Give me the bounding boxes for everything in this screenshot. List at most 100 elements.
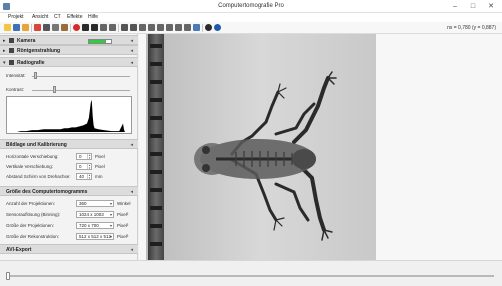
help-icon[interactable]	[205, 24, 212, 31]
collapse-arrow-icon[interactable]: ▾	[3, 60, 6, 66]
section-label: Kamera	[17, 38, 36, 44]
rotate-icon[interactable]	[109, 24, 116, 31]
contrast-label: Kontrast:	[6, 87, 25, 92]
pin-icon[interactable]: ◂	[130, 38, 133, 44]
menu-ct[interactable]: CT	[54, 14, 61, 20]
menu-projekt[interactable]: Projekt	[8, 14, 24, 20]
filter-icon[interactable]	[166, 24, 173, 31]
unit-label: Pixel	[95, 164, 105, 169]
pin-icon[interactable]: ◂	[130, 189, 133, 195]
intensity-slider-track[interactable]	[32, 76, 130, 77]
section-label: AVI-Export	[6, 247, 32, 253]
grid-icon[interactable]	[100, 24, 107, 31]
horizontal-shift-input[interactable]: 0 ▴ ▾	[76, 153, 92, 160]
contrast-slider-thumb[interactable]	[52, 86, 56, 93]
chevron-down-icon: ▾	[109, 212, 112, 217]
toolbar-separator	[31, 24, 32, 32]
record-icon[interactable]	[73, 24, 80, 31]
projections-count-label: Anzahl der Projektionen:	[6, 201, 56, 206]
zoom-fit-icon[interactable]	[130, 24, 137, 31]
unit-label: Pixel²	[117, 212, 129, 217]
volume-icon[interactable]	[157, 24, 164, 31]
export-icon[interactable]	[61, 24, 68, 31]
save-icon[interactable]	[13, 24, 20, 31]
spin-buttons-icon[interactable]: ▴ ▾	[87, 154, 91, 159]
camera-status-bar	[88, 39, 106, 44]
menu-hilfe[interactable]: Hilfe	[88, 14, 98, 20]
menu-ansicht[interactable]: Ansicht	[32, 14, 48, 20]
radiography-section-icon	[9, 60, 14, 65]
play-icon[interactable]	[82, 24, 89, 31]
title-bar: Computertomografie Pro – □ ✕	[0, 0, 502, 13]
reconstruction-size-select[interactable]: 512 x 512 x 512 ▾	[76, 233, 114, 240]
section-label: Bildlage und Kalibrierung	[6, 142, 67, 148]
unit-label: Pixel³	[117, 234, 129, 239]
contrast-slider-track[interactable]	[32, 90, 130, 91]
stack-icon[interactable]	[184, 24, 191, 31]
frame-icon[interactable]	[148, 24, 155, 31]
section-radiografie[interactable]: ▾ Radiografie ◂	[0, 57, 138, 67]
unit-label: Pixel²	[117, 223, 129, 228]
section-kamera[interactable]: ▸ Kamera ◂	[0, 35, 138, 45]
spin-buttons-icon[interactable]: ▴ ▾	[87, 174, 91, 179]
coordinate-readout: nx = 0,780 (y = 0,887)	[447, 25, 496, 31]
camera-icon[interactable]	[34, 24, 41, 31]
image-icon[interactable]	[43, 24, 50, 31]
expand-arrow-icon[interactable]: ▸	[3, 38, 6, 44]
chevron-down-icon: ▾	[109, 201, 112, 206]
axis-distance-label: Abstand Schirm von Drehachse:	[6, 174, 71, 179]
frog-radiograph-icon	[146, 34, 376, 266]
sensor-resolution-select[interactable]: 1024 x 1003 ▾	[76, 211, 114, 218]
expand-arrow-icon[interactable]: ▸	[3, 48, 6, 54]
spin-buttons-icon[interactable]: ▴ ▾	[87, 164, 91, 169]
open-folder-icon[interactable]	[22, 24, 29, 31]
section-roentgenstrahlung[interactable]: ▸ Röntgenstrahlung ◂	[0, 45, 138, 55]
chevron-down-icon: ▾	[109, 223, 112, 228]
measure-icon[interactable]	[139, 24, 146, 31]
reconstruction-size-label: Größe der Rekonstruktion:	[6, 234, 60, 239]
histogram-display	[6, 96, 132, 134]
vertical-shift-input[interactable]: 0 ▴ ▾	[76, 163, 92, 170]
sensor-resolution-label: Sensorauflösung (Binning):	[6, 212, 61, 217]
toolbar: nx = 0,780 (y = 0,887)	[0, 22, 502, 34]
menu-bar: Projekt Ansicht CT Effekte Hilfe	[0, 13, 502, 22]
section-avi-export[interactable]: AVI-Export ◂	[0, 244, 138, 254]
unit-label: Winkel	[117, 201, 131, 206]
close-button[interactable]: ✕	[484, 2, 498, 11]
pin-icon[interactable]: ◂	[130, 247, 133, 253]
intensity-slider-thumb[interactable]	[33, 72, 37, 79]
copy-icon[interactable]	[52, 24, 59, 31]
xray-section-icon	[9, 48, 14, 53]
horizontal-shift-label: Horizontale Verschiebung:	[6, 154, 59, 159]
minimize-button[interactable]: –	[448, 2, 462, 11]
about-icon[interactable]	[214, 24, 221, 31]
projection-size-label: Größe der Projektionen:	[6, 223, 55, 228]
projections-count-select[interactable]: 360 ▾	[76, 200, 114, 207]
new-project-icon[interactable]	[4, 24, 11, 31]
pin-icon[interactable]: ◂	[130, 142, 133, 148]
toolbar-separator	[202, 24, 203, 32]
section-bildlage[interactable]: Bildlage und Kalibrierung ◂	[0, 139, 138, 149]
timeline-bar	[0, 260, 502, 286]
sidebar-panel: ▸ Kamera ◂ ▸ Röntgenstrahlung ◂ ▾ Radiog…	[0, 34, 138, 260]
projection-size-select[interactable]: 720 x 700 ▾	[76, 222, 114, 229]
timeline-slider-track[interactable]	[8, 275, 494, 277]
section-label: Röntgenstrahlung	[17, 48, 61, 54]
menu-effekte[interactable]: Effekte	[67, 14, 82, 20]
section-label: Radiografie	[17, 60, 45, 66]
pin-icon[interactable]: ◂	[130, 60, 133, 66]
intensity-label: Intensität:	[6, 73, 26, 78]
slice-icon[interactable]	[175, 24, 182, 31]
axis-distance-input[interactable]: 40 ▴ ▾	[76, 173, 92, 180]
histogram-shape	[9, 99, 129, 133]
pin-icon[interactable]: ◂	[130, 48, 133, 54]
reconstruct-icon[interactable]	[193, 24, 200, 31]
maximize-button[interactable]: □	[466, 2, 480, 11]
pause-icon[interactable]	[91, 24, 98, 31]
section-groesse[interactable]: Größe des Computertomogramms ◂	[0, 186, 138, 196]
chevron-down-icon: ▾	[109, 234, 112, 239]
xray-radiograph-image[interactable]	[146, 34, 376, 266]
crosshair-icon[interactable]	[121, 24, 128, 31]
camera-status-bar-rest	[106, 39, 112, 44]
timeline-slider-thumb[interactable]	[6, 272, 10, 280]
